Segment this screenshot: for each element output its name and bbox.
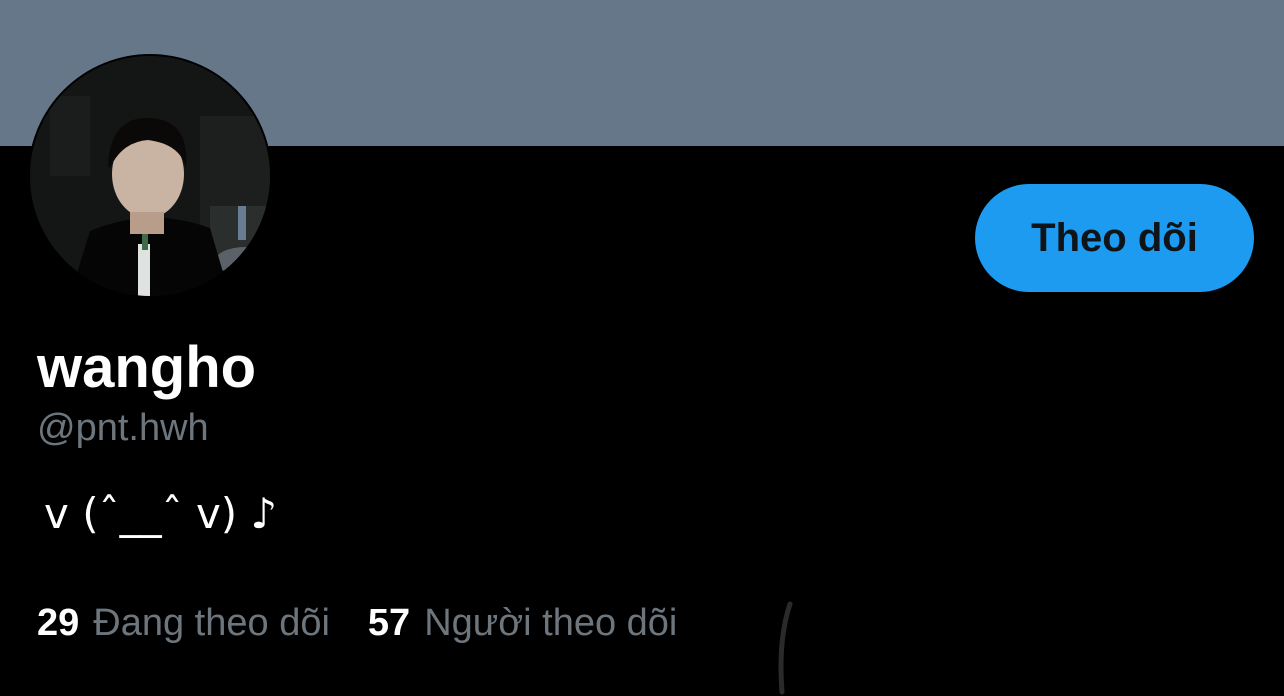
avatar[interactable]	[28, 54, 272, 298]
bio-text: v (ˆ__ˆ v) ♪	[44, 489, 278, 538]
username-handle: @pnt.hwh	[37, 407, 209, 449]
display-name: wangho	[37, 335, 257, 400]
follow-button[interactable]: Theo dõi	[975, 184, 1254, 292]
follow-stats: 29 Đang theo dõi 57 Người theo dõi	[37, 598, 677, 648]
followers-label: Người theo dõi	[424, 602, 678, 644]
followers-count: 57	[367, 602, 411, 644]
following-link[interactable]: 29 Đang theo dõi	[37, 598, 330, 648]
followers-link[interactable]: 57 Người theo dõi	[368, 598, 677, 648]
following-count: 29	[37, 602, 80, 644]
touch-stroke-mark	[778, 601, 793, 695]
following-label: Đang theo dõi	[93, 602, 330, 644]
